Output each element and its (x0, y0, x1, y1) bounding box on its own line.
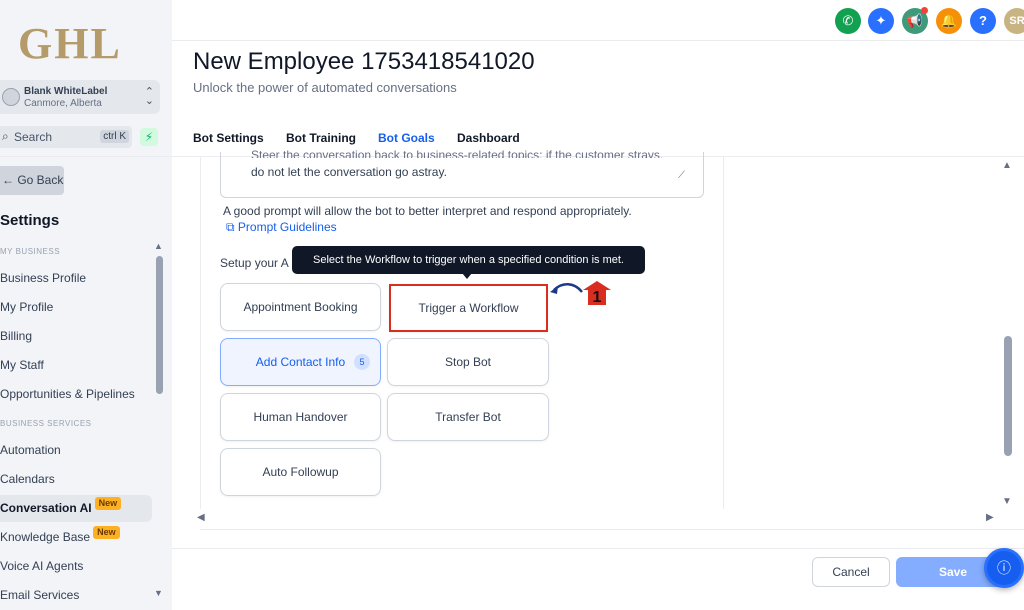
prompt-textarea[interactable]: Steer the conversation back to business-… (220, 148, 704, 198)
button-label: Add Contact Info (255, 355, 346, 369)
app-logo[interactable]: GHL (18, 18, 122, 69)
sidebar-item-label: Knowledge Base (0, 530, 91, 544)
page-subtitle: Unlock the power of automated conversati… (193, 80, 457, 95)
sidebar-item-billing[interactable]: Billing (0, 323, 152, 350)
sidebar-item-calendars[interactable]: Calendars (0, 466, 152, 493)
tooltip-text: Select the Workflow to trigger when a sp… (312, 254, 624, 266)
scroll-up-arrow-icon[interactable]: ▲ (154, 241, 163, 251)
step-number: 1 (593, 289, 602, 306)
account-name: Blank WhiteLabel (24, 86, 108, 97)
magic-icon[interactable]: ✦ (868, 8, 894, 34)
prompt-guidelines-link[interactable]: ⧉ Prompt Guidelines (226, 220, 337, 235)
topbar-divider (172, 40, 1024, 41)
account-switcher[interactable]: Blank WhiteLabel Canmore, Alberta ⌃ ⌄ (0, 80, 160, 114)
prompt-partial-line: Steer the conversation back to business-… (251, 148, 664, 158)
sidebar-item-conversation-ai[interactable]: Conversation AI New (0, 495, 152, 522)
quick-action-bolt-icon[interactable]: ⚡ (140, 128, 158, 146)
bell-icon-glyph: 🔔 (940, 13, 958, 28)
account-location: Canmore, Alberta (24, 98, 102, 109)
scroll-left-arrow-icon[interactable]: ◀ (197, 512, 205, 523)
scroll-down-arrow-icon[interactable]: ▼ (154, 588, 163, 598)
magic-icon-glyph: ✦ (875, 13, 887, 28)
setup-actions-label: Setup your A (220, 256, 289, 270)
tab-bot-settings[interactable]: Bot Settings (193, 131, 264, 145)
phone-icon[interactable]: ✆ (835, 8, 861, 34)
auto-followup-button[interactable]: Auto Followup (220, 448, 381, 496)
sidebar-item-my-staff[interactable]: My Staff (0, 352, 152, 379)
help-icon-glyph: ? (979, 13, 987, 28)
settings-title: Settings (0, 212, 60, 229)
avatar[interactable]: SR (1004, 8, 1024, 34)
stop-bot-button[interactable]: Stop Bot (387, 338, 549, 386)
megaphone-icon-glyph: 📢 (906, 13, 924, 28)
scroll-up-arrow-icon[interactable]: ▲ (1002, 160, 1012, 171)
search-icon: ⌕ (2, 129, 9, 143)
location-icon (2, 88, 20, 106)
search-input[interactable]: ⌕ Search ctrl K (0, 126, 132, 148)
search-label: Search (14, 130, 53, 144)
scroll-right-arrow-icon[interactable]: ▶ (986, 512, 994, 523)
bell-icon[interactable]: 🔔 (936, 8, 962, 34)
megaphone-icon[interactable]: 📢 (902, 7, 928, 34)
appointment-booking-button[interactable]: Appointment Booking (220, 283, 381, 331)
scroll-down-arrow-icon[interactable]: ▼ (1002, 496, 1012, 507)
tab-bot-training[interactable]: Bot Training (286, 131, 356, 145)
footer-divider (172, 548, 1024, 549)
external-link-icon: ⧉ (226, 220, 235, 234)
sidebar-item-email-services[interactable]: Email Services (0, 582, 152, 609)
prompt-guidelines-label: Prompt Guidelines (237, 220, 337, 234)
workflow-tooltip: Select the Workflow to trigger when a sp… (292, 246, 645, 279)
resize-handle-icon[interactable]: ⟋ (678, 170, 685, 181)
sidebar-scrollbar[interactable] (156, 256, 163, 394)
horizontal-scroll-track (200, 529, 1024, 530)
tab-dashboard[interactable]: Dashboard (457, 131, 520, 145)
section-label-my-business: MY BUSINESS (0, 247, 61, 256)
content-scrollbar[interactable] (1004, 336, 1012, 456)
cancel-button[interactable]: Cancel (812, 557, 890, 587)
new-badge: New (93, 526, 120, 539)
go-back-button[interactable]: ← Go Back (0, 166, 64, 195)
sidebar-item-voice-ai-agents[interactable]: Voice AI Agents (0, 553, 152, 580)
prompt-last-line: do not let the conversation go astray. (251, 165, 447, 179)
sidebar-item-label: Conversation AI (0, 501, 92, 515)
help-icon[interactable]: ? (970, 8, 996, 34)
new-badge: New (94, 497, 122, 510)
transfer-bot-button[interactable]: Transfer Bot (387, 393, 549, 441)
sidebar: GHL Blank WhiteLabel Canmore, Alberta ⌃ ⌄… (0, 0, 172, 610)
page-title: New Employee 1753418541020 (193, 48, 535, 75)
count-badge: 5 (354, 354, 370, 370)
help-chat-icon[interactable]: ⓘ (984, 548, 1024, 588)
section-label-business-services: BUSINESS SERVICES (0, 419, 92, 428)
sidebar-item-my-profile[interactable]: My Profile (0, 294, 152, 321)
pointer-arrow-icon (550, 283, 583, 294)
trigger-workflow-button[interactable]: Trigger a Workflow (389, 284, 548, 332)
tab-bot-goals[interactable]: Bot Goals (378, 131, 435, 145)
prompt-hint: A good prompt will allow the bot to bett… (223, 204, 632, 218)
search-shortcut: ctrl K (100, 130, 129, 143)
sidebar-item-business-profile[interactable]: Business Profile (0, 265, 152, 292)
add-contact-info-button[interactable]: Add Contact Info 5 (220, 338, 381, 386)
sidebar-item-opportunities-pipelines[interactable]: Opportunities & Pipelines (0, 381, 152, 408)
sidebar-item-knowledge-base[interactable]: Knowledge Base New (0, 524, 152, 551)
avatar-glyph: SR (1009, 15, 1024, 27)
phone-icon-glyph: ✆ (842, 13, 854, 28)
step-marker: 1 (583, 281, 611, 306)
sidebar-item-automation[interactable]: Automation (0, 437, 152, 464)
chevron-updown-icon: ⌃ ⌄ (144, 86, 154, 107)
human-handover-button[interactable]: Human Handover (220, 393, 381, 441)
